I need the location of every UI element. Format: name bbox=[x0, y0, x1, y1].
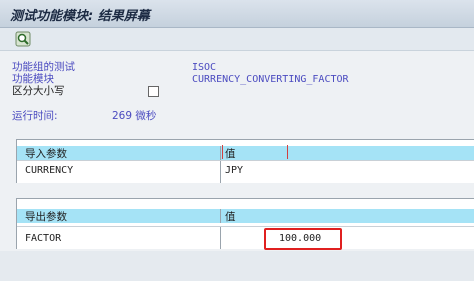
import-parameters-table: 导入参数 值 CURRENCY JPY bbox=[16, 139, 474, 183]
title-bar: 测试功能模块: 结果屏幕 bbox=[0, 0, 474, 28]
param-name: CURRENCY bbox=[25, 165, 74, 176]
import-table-header: 导入参数 值 bbox=[17, 145, 474, 160]
table-row: FACTOR 100.000 bbox=[17, 226, 474, 249]
export-table-header: 导出参数 值 bbox=[17, 209, 474, 223]
column-divider bbox=[220, 146, 221, 160]
case-sensitive-checkbox[interactable] bbox=[148, 86, 159, 97]
table-row: CURRENCY JPY bbox=[17, 160, 474, 183]
window-title: 测试功能模块: 结果屏幕 bbox=[10, 9, 150, 24]
function-module-label: 功能模块 bbox=[12, 73, 54, 85]
param-value: JPY bbox=[225, 165, 244, 176]
factor-value-highlight bbox=[264, 228, 342, 250]
magnifier-refresh-icon[interactable] bbox=[15, 31, 31, 47]
runtime-value: 269 微秒 bbox=[112, 110, 157, 122]
column-divider bbox=[220, 209, 221, 223]
case-sensitive-label: 区分大小写 bbox=[12, 85, 65, 97]
import-value-header: 值 bbox=[225, 148, 236, 160]
column-divider bbox=[220, 227, 221, 249]
function-group-label: 功能组的测试 bbox=[12, 61, 75, 73]
export-parameters-table: 导出参数 值 FACTOR 100.000 bbox=[16, 198, 474, 249]
bottom-area bbox=[0, 251, 474, 281]
column-divider bbox=[220, 161, 221, 183]
toolbar bbox=[0, 28, 474, 51]
export-value-header: 值 bbox=[225, 211, 236, 223]
param-name: FACTOR bbox=[25, 233, 62, 244]
runtime-label: 运行时间: bbox=[12, 110, 58, 122]
function-group-value: ISOC bbox=[192, 62, 217, 73]
export-param-header: 导出参数 bbox=[25, 211, 67, 223]
import-param-header: 导入参数 bbox=[25, 148, 67, 160]
function-module-value: CURRENCY_CONVERTING_FACTOR bbox=[192, 74, 349, 85]
